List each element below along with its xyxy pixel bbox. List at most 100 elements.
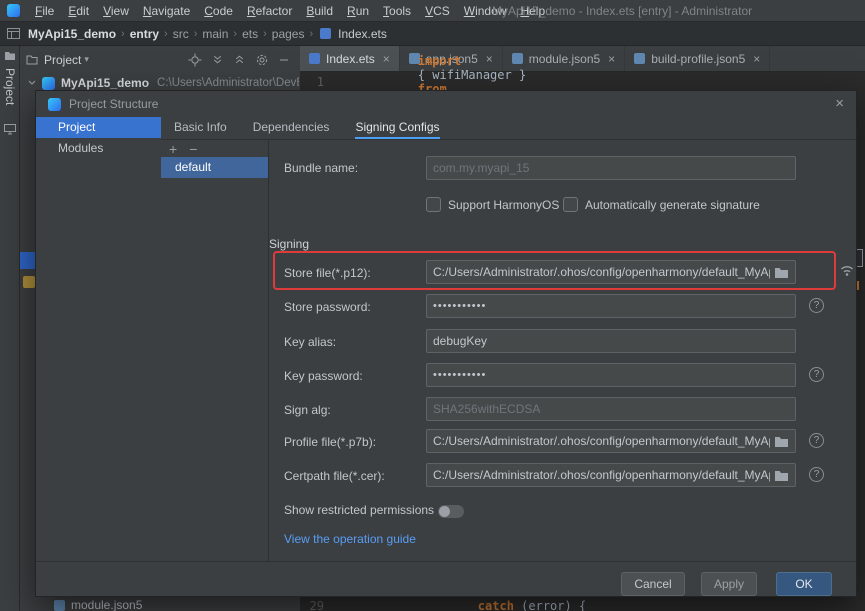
- certpath-file-label: Certpath file(*.cer):: [284, 469, 385, 483]
- menu-edit[interactable]: Edit: [61, 0, 96, 22]
- project-stripe-icon[interactable]: [4, 50, 16, 62]
- sidebar-item-project[interactable]: Project: [36, 117, 161, 138]
- project-root-icon: [42, 76, 55, 90]
- sign-alg-field: SHA256withECDSA: [426, 397, 796, 421]
- menu-view[interactable]: View: [96, 0, 136, 22]
- close-tab-icon[interactable]: ×: [753, 52, 760, 66]
- menu-run[interactable]: Run: [340, 0, 376, 22]
- auto-generate-signature-checkbox[interactable]: [563, 197, 578, 212]
- project-view-selector[interactable]: Project: [44, 53, 81, 67]
- code-line-1[interactable]: 1 import { wifiManager } from '@kit.Conn…: [300, 54, 584, 110]
- support-harmonyos-checkbox[interactable]: [426, 197, 441, 212]
- sidebar-item-modules[interactable]: Modules: [36, 138, 161, 159]
- code-expression: { wifiManager }: [417, 68, 527, 82]
- bundle-name-label: Bundle name:: [284, 161, 359, 175]
- project-panel-header: Project ▾: [20, 46, 300, 73]
- add-config-button[interactable]: +: [169, 141, 177, 157]
- device-monitor-icon[interactable]: [4, 124, 16, 135]
- code-expression: (error) {: [513, 599, 587, 611]
- breadcrumb-item-src[interactable]: src: [171, 27, 191, 41]
- breadcrumb-separator: ›: [193, 27, 198, 40]
- browse-folder-icon[interactable]: [774, 435, 789, 448]
- project-root-path: C:\Users\Administrator\DevEcoS: [157, 77, 299, 89]
- close-tab-icon[interactable]: ×: [608, 52, 615, 66]
- breadcrumb-separator: ›: [309, 27, 314, 40]
- config-list-toolbar: + −: [169, 141, 197, 157]
- json5-file-icon: [54, 599, 65, 611]
- breadcrumb-item-ets[interactable]: ets: [240, 27, 260, 41]
- profile-file-field[interactable]: C:/Users/Administrator/.ohos/config/open…: [426, 429, 796, 453]
- restricted-permissions-toggle[interactable]: [438, 505, 464, 518]
- tool-window-label-project[interactable]: Project: [3, 68, 17, 105]
- tab-basic-info[interactable]: Basic Info: [174, 117, 227, 139]
- key-password-value: •••••••••••: [433, 369, 487, 381]
- operation-guide-link[interactable]: View the operation guide: [284, 532, 416, 546]
- collapse-all-icon[interactable]: [233, 53, 246, 66]
- store-password-value: •••••••••••: [433, 300, 487, 312]
- menu-tools[interactable]: Tools: [376, 0, 418, 22]
- close-dialog-icon[interactable]: ×: [835, 94, 844, 114]
- tree-item-module-json5[interactable]: module.json5: [54, 598, 142, 611]
- help-icon[interactable]: ?: [809, 433, 824, 448]
- apply-button[interactable]: Apply: [701, 572, 757, 596]
- restricted-permissions-label: Show restricted permissions: [284, 503, 435, 517]
- breadcrumb-separator: ›: [164, 27, 168, 40]
- config-item-default[interactable]: default: [161, 157, 268, 178]
- sign-alg-value: SHA256withECDSA: [433, 402, 541, 416]
- menu-code[interactable]: Code: [197, 0, 240, 22]
- breadcrumb-item-main[interactable]: main: [200, 27, 230, 41]
- bundle-name-field[interactable]: com.my.myapi_15: [426, 156, 796, 180]
- code-line-29[interactable]: 29 catch (error) {: [300, 597, 587, 611]
- breadcrumb-item-pages[interactable]: pages: [270, 27, 307, 41]
- profile-file-label: Profile file(*.p7b):: [284, 435, 377, 449]
- remove-config-button[interactable]: −: [189, 141, 197, 157]
- certpath-file-value: C:/Users/Administrator/.ohos/config/open…: [433, 468, 770, 482]
- dialog-title: Project Structure: [69, 97, 159, 111]
- certpath-file-field[interactable]: C:/Users/Administrator/.ohos/config/open…: [426, 463, 796, 487]
- help-icon[interactable]: ?: [809, 298, 824, 313]
- auto-generate-signature-label: Automatically generate signature: [585, 197, 760, 212]
- tab-build-profile-json5[interactable]: build-profile.json5 ×: [625, 46, 771, 71]
- hide-panel-icon[interactable]: [278, 54, 290, 66]
- help-icon[interactable]: ?: [809, 367, 824, 382]
- tab-dependencies[interactable]: Dependencies: [253, 117, 330, 139]
- window-layout-icon: [7, 28, 20, 39]
- store-password-field[interactable]: •••••••••••: [426, 294, 796, 318]
- menu-build[interactable]: Build: [299, 0, 340, 22]
- menu-file[interactable]: File: [28, 0, 61, 22]
- settings-gear-icon[interactable]: [255, 53, 269, 67]
- key-alias-label: Key alias:: [284, 335, 337, 349]
- chevron-down-icon[interactable]: ▾: [84, 54, 89, 65]
- keyword-catch: catch: [477, 599, 514, 611]
- line-number: 29: [309, 599, 324, 611]
- deveco-logo-icon: [48, 97, 61, 111]
- chevron-expand-icon[interactable]: [27, 78, 37, 88]
- menu-navigate[interactable]: Navigate: [136, 0, 197, 22]
- cancel-button[interactable]: Cancel: [621, 572, 685, 596]
- store-file-field[interactable]: C:/Users/Administrator/.ohos/config/open…: [426, 260, 796, 284]
- expand-all-icon[interactable]: [211, 53, 224, 66]
- key-alias-field[interactable]: debugKey: [426, 329, 796, 353]
- breadcrumb-item-index-ets[interactable]: Index.ets: [336, 27, 389, 41]
- signal-verify-icon[interactable]: [839, 263, 855, 277]
- divider: [268, 139, 269, 561]
- menu-vcs[interactable]: VCS: [418, 0, 457, 22]
- ok-button[interactable]: OK: [776, 572, 832, 596]
- titlebar: File Edit View Navigate Code Refactor Bu…: [0, 0, 865, 22]
- ets-file-icon: [320, 28, 332, 39]
- signing-section-title: Signing: [269, 237, 310, 251]
- breadcrumb-item-entry[interactable]: entry: [128, 27, 161, 41]
- project-view-icon: [26, 54, 38, 66]
- auto-generate-signature-checkbox-row: Automatically generate signature: [563, 197, 760, 212]
- help-icon[interactable]: ?: [809, 467, 824, 482]
- browse-folder-icon[interactable]: [774, 469, 789, 482]
- key-password-field[interactable]: •••••••••••: [426, 363, 796, 387]
- tab-signing-configs[interactable]: Signing Configs: [355, 117, 440, 139]
- tab-label: build-profile.json5: [651, 51, 746, 66]
- locate-file-icon[interactable]: [188, 53, 202, 67]
- browse-folder-icon[interactable]: [774, 266, 789, 279]
- store-file-label: Store file(*.p12):: [284, 266, 371, 280]
- menu-refactor[interactable]: Refactor: [240, 0, 299, 22]
- breadcrumb-item-project[interactable]: MyApi15_demo: [26, 27, 118, 41]
- dialog-header[interactable]: Project Structure: [36, 91, 856, 117]
